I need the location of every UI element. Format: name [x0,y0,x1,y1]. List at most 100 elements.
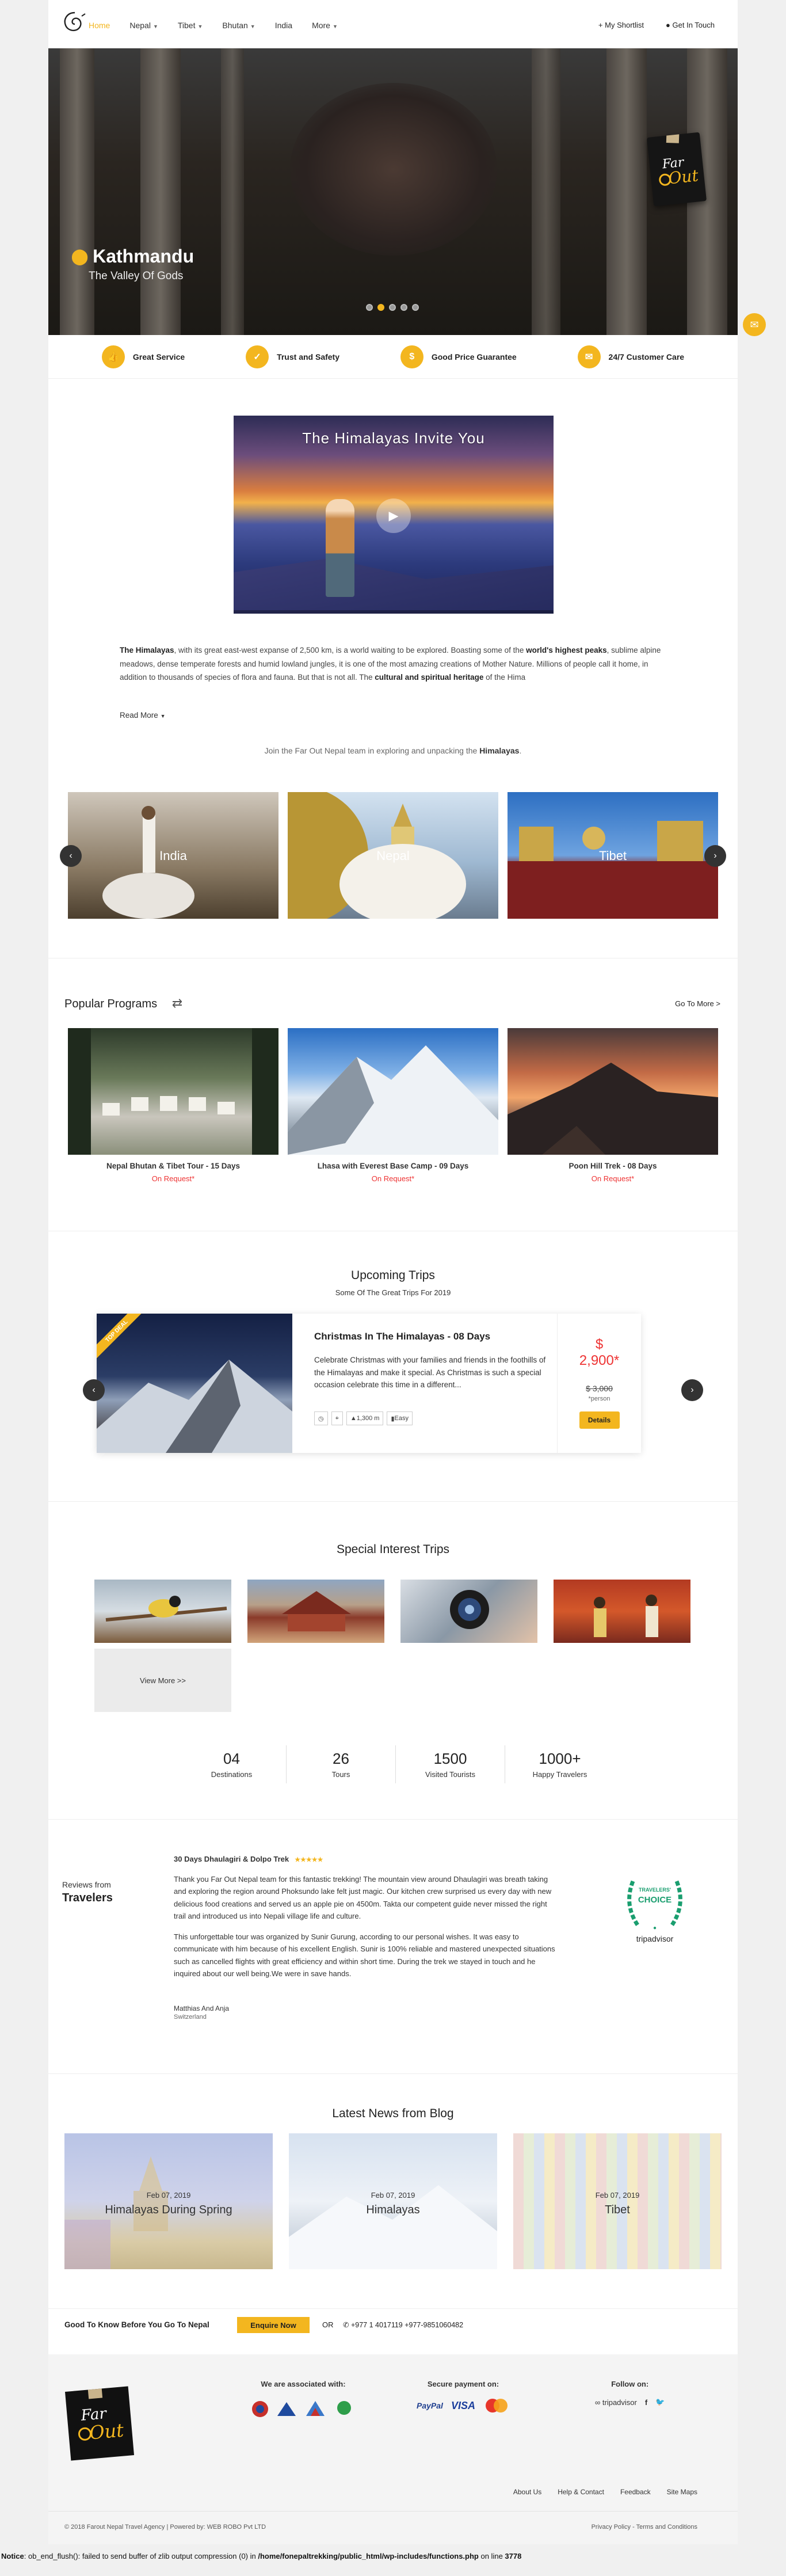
difficulty-value: Easy [394,1415,409,1422]
upcoming-prev-arrow[interactable]: ‹ [83,1379,105,1401]
trip-description: Celebrate Christmas with your families a… [314,1356,546,1390]
nav-bhutan[interactable]: Bhutan ▼ [222,21,255,30]
star-rating-icon: ★★★★★ [295,1856,323,1863]
nav-home[interactable]: Home [89,21,110,30]
nav-india[interactable]: India [275,21,292,30]
footer-link-about[interactable]: About Us [513,2488,541,2496]
nav-tibet-label: Tibet [177,21,196,30]
blog-date: Feb 07, 2019 [371,2191,415,2200]
destination-card-nepal[interactable]: Nepal [288,792,498,919]
program-card-image[interactable] [508,1028,718,1155]
program-card-image[interactable] [288,1028,498,1155]
nav-more[interactable]: More ▼ [312,21,338,30]
tripadvisor-badge: ● TRAVELERS' CHOICE tripadvisor [620,1870,689,1945]
special-card-image[interactable] [400,1580,537,1643]
reviewer-name: Matthias And Anja [174,2004,230,2012]
special-card-image[interactable] [554,1580,690,1643]
slider-dot[interactable] [400,304,407,311]
phone-icon: ✆ [343,2321,351,2329]
video-hiker [326,499,354,597]
special-card-image[interactable] [94,1580,231,1643]
phone-numbers[interactable]: ✆ +977 1 4017119 +977-9851060482 [343,2320,463,2329]
blog-post-title[interactable]: Himalayas During Spring [64,2204,273,2217]
paypal-icon: PayPal [417,2401,443,2410]
twitter-icon[interactable]: 🐦 [655,2398,665,2407]
chorten-image [68,1028,278,1155]
trip-title[interactable]: Christmas In The Himalayas - 08 Days [314,1331,490,1342]
hero-pillar [60,48,94,335]
program-price: On Request* [591,1174,635,1183]
nav-nepal[interactable]: Nepal ▼ [129,21,158,30]
intro-text-part: of the Hima [483,673,526,682]
ta-choice-text: CHOICE [638,1895,672,1905]
program-name[interactable]: Poon Hill Trek - 08 Days [508,1162,718,1170]
intro-video[interactable]: The Himalayas Invite You ▶ [234,416,554,614]
feature-label: Great Service [132,352,185,362]
program-name[interactable]: Nepal Bhutan & Tibet Tour - 15 Days [68,1162,278,1170]
play-icon[interactable]: ▶ [376,499,411,533]
floating-action-button[interactable]: ✉ [743,313,766,336]
slider-dot-active[interactable] [377,304,384,311]
blog-date: Feb 07, 2019 [146,2191,191,2200]
mountain-icon: ▲ [350,1415,357,1422]
view-more-button[interactable]: View More >> [94,1649,231,1712]
tag-icon: $ [400,345,423,368]
stat-item: 26 Tours [287,1745,396,1783]
slider-dot[interactable] [412,304,419,311]
hero-slider[interactable]: Far Out ⬤ Kathmandu The Valley Of Gods [48,48,738,335]
dest-next-arrow[interactable]: › [704,845,726,867]
enquire-now-button[interactable]: Enquire Now [237,2317,310,2333]
site-logo[interactable] [59,8,91,40]
get-in-touch-link[interactable]: ● Get In Touch [666,21,715,29]
video-progress-bar[interactable] [234,610,554,614]
details-button[interactable]: Details [579,1411,620,1429]
blog-card[interactable]: Feb 07, 2019 Himalayas During Spring [64,2133,273,2269]
price-value: 2,900* [579,1353,620,1368]
tripadvisor-link[interactable]: ∞ tripadvisor [595,2398,637,2407]
program-card-image[interactable] [68,1028,278,1155]
thumb-icon: 👍 [101,345,125,368]
stat-label: Tours [331,1770,350,1779]
hero-pillar [532,48,560,335]
festival-image [282,1591,351,1631]
special-card-image[interactable] [247,1580,384,1643]
footer-logo[interactable]: Far Out [64,2386,135,2461]
policy-links[interactable]: Privacy Policy - Terms and Conditions [592,2524,697,2531]
video-mountains [234,558,554,614]
footer-link-feedback[interactable]: Feedback [620,2488,651,2496]
blog-post-title[interactable]: Himalayas [289,2204,497,2217]
old-price: $ 3,000 [586,1384,613,1393]
blog-card[interactable]: Feb 07, 2019 Himalayas [289,2133,497,2269]
trip-chips: ◷ ⌖ ▲ 1,300 m ▮ Easy [314,1411,413,1425]
dest-prev-arrow[interactable]: ‹ [60,845,82,867]
slider-dot[interactable] [389,304,396,311]
footer-link-sitemap[interactable]: Site Maps [667,2488,697,2496]
follow-heading: Follow on: [611,2380,649,2388]
shortlist-link[interactable]: + My Shortlist [598,21,644,29]
go-to-more-link[interactable]: Go To More > [675,999,720,1008]
facebook-icon[interactable]: f [645,2398,647,2407]
hero-subtitle: The Valley Of Gods [89,270,184,282]
payment-heading: Secure payment on: [427,2380,499,2388]
read-more-link[interactable]: Read More ▼ [120,711,165,720]
join-text: Join the Far Out Nepal team in exploring… [48,746,738,755]
blog-post-title[interactable]: Tibet [513,2204,722,2217]
slider-dot[interactable] [366,304,373,311]
trip-image[interactable]: TOP DEAL [97,1314,292,1453]
destination-card-india[interactable]: India [68,792,278,919]
upcoming-next-arrow[interactable]: › [681,1379,703,1401]
ta-brand-text: tripadvisor [636,1934,674,1943]
review-title-text: 30 Days Dhaulagiri & Dolpo Trek [174,1855,289,1863]
stats-row: 04 Destinations 26 Tours 1500 Visited Touri… [177,1745,615,1783]
blog-card[interactable]: Feb 07, 2019 Tibet [513,2133,722,2269]
nav-tibet[interactable]: Tibet ▼ [178,21,203,30]
slider-dots [366,304,419,311]
associated-heading: We are associated with: [261,2380,346,2388]
site-header: Home Nepal ▼ Tibet ▼ Bhutan ▼ India More ▼ +… [48,0,738,48]
ta-travelers-text: TRAVELERS' [639,1887,671,1893]
destination-label: India [159,848,187,863]
destination-card-tibet[interactable]: Tibet [508,792,718,919]
footer-link-help[interactable]: Help & Contact [558,2488,604,2496]
program-name[interactable]: Lhasa with Everest Base Camp - 09 Days [288,1162,498,1170]
trip-price: $2,900* [558,1337,641,1369]
